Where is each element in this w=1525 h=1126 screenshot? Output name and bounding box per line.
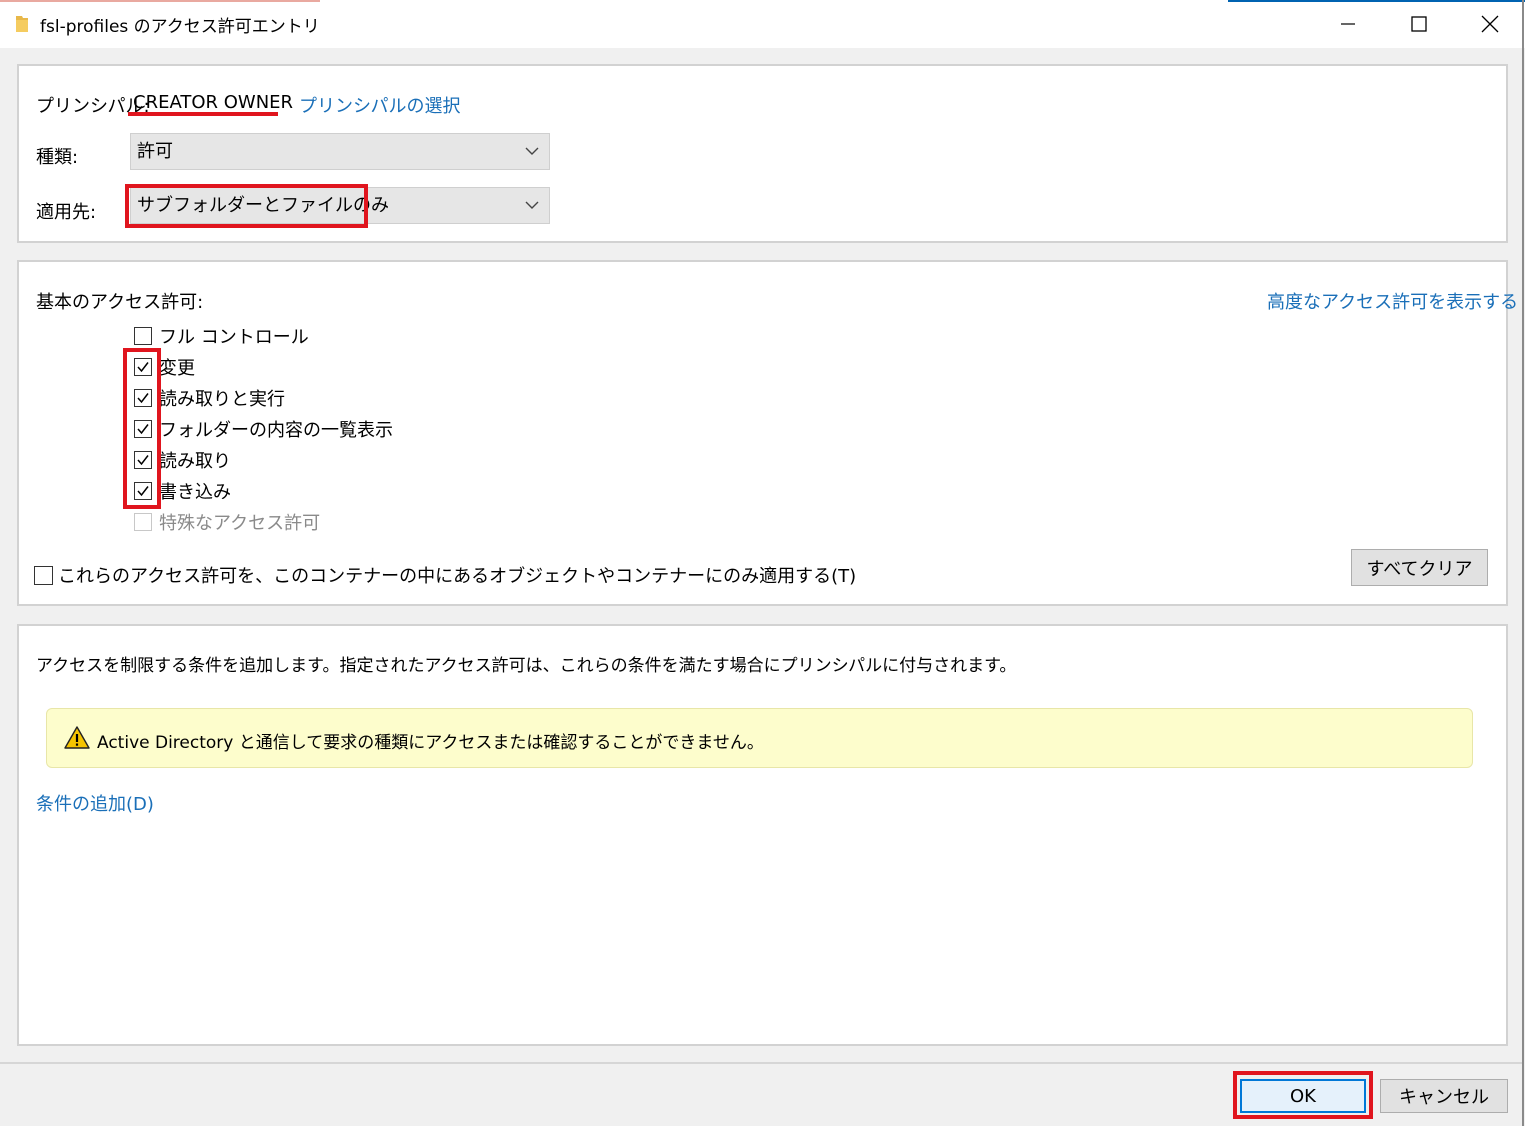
close-button[interactable] (1455, 0, 1525, 48)
minimize-button[interactable] (1313, 0, 1383, 48)
apply-only-label: これらのアクセス許可を、このコンテナーの中にあるオブジェクトやコンテナーにのみ適… (58, 566, 857, 587)
maximize-button[interactable] (1384, 0, 1454, 48)
principal-value: CREATOR OWNER (133, 92, 294, 113)
permission-label: フォルダーの内容の一覧表示 (159, 420, 393, 441)
applies-to-highlight (125, 184, 368, 228)
minimize-icon (1341, 23, 1355, 25)
chevron-down-icon (525, 201, 539, 209)
permission-label: 変更 (159, 358, 195, 379)
type-label: 種類: (36, 147, 79, 168)
ok-button-highlight (1233, 1071, 1373, 1119)
permission-checkbox (134, 513, 152, 531)
checkbox-highlight (123, 348, 161, 509)
principal-underline-highlight (128, 112, 278, 116)
permission-label: フル コントロール (159, 327, 309, 348)
permission-checkbox[interactable] (134, 327, 152, 345)
select-principal-link[interactable]: プリンシパルの選択 (299, 92, 460, 118)
warning-icon (64, 726, 90, 754)
cancel-button[interactable]: キャンセル (1380, 1079, 1508, 1113)
folder-icon (14, 14, 30, 34)
chevron-down-icon (525, 147, 539, 155)
maximize-icon (1411, 16, 1427, 32)
type-dropdown[interactable]: 許可 (130, 133, 550, 170)
show-advanced-permissions-link[interactable]: 高度なアクセス許可を表示する (1267, 288, 1518, 314)
title-accent-left (0, 0, 320, 2)
basic-permissions-label: 基本のアクセス許可: (36, 292, 204, 313)
footer-divider (0, 1062, 1522, 1064)
permission-label: 読み取りと実行 (159, 389, 285, 410)
permission-label: 特殊なアクセス許可 (159, 513, 321, 534)
clear-all-button[interactable]: すべてクリア (1351, 549, 1488, 586)
close-icon (1481, 15, 1499, 33)
applies-to-label: 適用先: (36, 202, 97, 223)
warning-text: Active Directory と通信して要求の種類にアクセスまたは確認するこ… (97, 733, 764, 753)
permission-label: 書き込み (159, 482, 231, 503)
permission-label: 読み取り (159, 451, 231, 472)
conditions-description: アクセスを制限する条件を追加します。指定されたアクセス許可は、これらの条件を満た… (36, 656, 1017, 676)
type-dropdown-value: 許可 (137, 141, 173, 162)
window-right-border (1522, 0, 1524, 1126)
add-condition-link[interactable]: 条件の追加(D) (36, 790, 154, 816)
apply-only-checkbox[interactable] (34, 566, 53, 585)
conditions-panel (17, 624, 1508, 1046)
window-title: fsl-profiles のアクセス許可エントリ (40, 17, 320, 37)
